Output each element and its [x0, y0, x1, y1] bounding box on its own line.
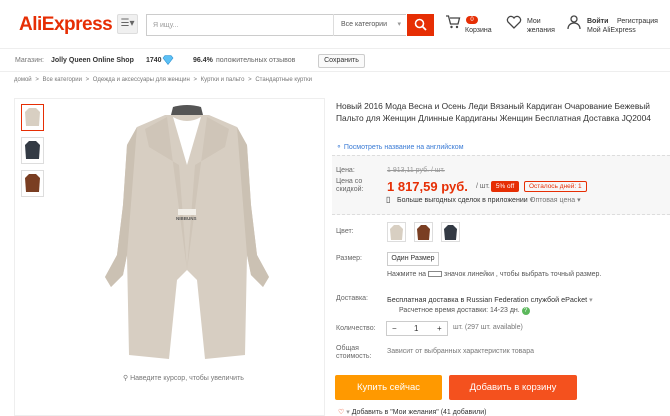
availability: шт. (297 шт. available)	[453, 324, 523, 331]
breadcrumb-all-categories[interactable]: Все категории	[43, 77, 82, 83]
breadcrumb-women-clothing[interactable]: Одежда и аксессуары для женщин	[93, 77, 190, 83]
cart-label[interactable]: Корзина	[465, 26, 492, 35]
ruler-icon[interactable]	[428, 271, 443, 278]
app-deals-link[interactable]: ▯ Больше выгодных сделок в приложении ▾	[386, 195, 533, 204]
logo[interactable]: AliExpress	[19, 14, 113, 36]
total-label-2: стоимость:	[336, 353, 372, 360]
thumbnail-dark[interactable]	[21, 137, 44, 164]
price-unit: / шт.	[476, 183, 490, 190]
add-to-cart-button[interactable]: Добавить в корзину	[449, 375, 577, 400]
register-link[interactable]: Регистрация	[617, 17, 658, 26]
store-name[interactable]: Jolly Queen Online Shop	[51, 57, 134, 64]
search-icon	[414, 18, 427, 31]
phone-icon: ▯	[386, 195, 391, 204]
garment-tag: NIBBUNS	[176, 216, 197, 221]
menu-icon[interactable]: ☰▾	[117, 14, 138, 34]
save-store-button[interactable]: Сохранить	[318, 54, 365, 68]
category-select-label: Все категории	[341, 21, 387, 28]
color-label: Цвет:	[336, 228, 354, 235]
breadcrumb-home[interactable]: домой	[14, 77, 32, 83]
positive-percent: 96.4%	[193, 57, 213, 64]
product-gallery: NIBBUNS ⚲ Наведите курсор, чтобы увеличи…	[14, 98, 325, 416]
discount-price-label-2: скидкой:	[336, 186, 364, 193]
store-label: Магазин:	[15, 57, 44, 64]
translate-icon: ⚬	[336, 144, 342, 151]
sale-price: 1 817,59 руб.	[387, 179, 468, 194]
breadcrumb-separator: >	[193, 77, 197, 83]
quantity-input[interactable]: 1	[414, 324, 418, 333]
quantity-stepper: − 1 +	[386, 321, 448, 336]
breadcrumb-standard-jackets[interactable]: Стандартные куртки	[255, 77, 312, 83]
heart-icon: ♡	[338, 409, 345, 416]
price-label: Цена:	[336, 167, 355, 174]
quantity-decrease-button[interactable]: −	[392, 324, 397, 333]
size-hint: Нажмите на значок линейки , чтобы выбрат…	[387, 271, 602, 278]
add-to-wishlist-link[interactable]: ♡ ▾ Добавить в "Мои желания" (41 добавил…	[338, 408, 486, 416]
wishlist-label-2[interactable]: желания	[527, 26, 555, 35]
category-select[interactable]: Все категории ▾	[333, 14, 406, 36]
chevron-down-icon: ▾	[397, 21, 401, 28]
color-swatch-dark[interactable]	[441, 222, 460, 242]
buy-now-button[interactable]: Купить сейчас	[335, 375, 442, 400]
user-icon[interactable]	[566, 14, 582, 30]
chevron-down-icon: ▾	[346, 409, 350, 416]
heart-icon[interactable]	[506, 14, 522, 30]
quantity-label: Количество:	[336, 325, 376, 332]
thumbnail-beige[interactable]	[21, 104, 44, 131]
color-swatch-beige[interactable]	[387, 222, 406, 242]
product-image[interactable]	[87, 105, 287, 365]
discount-price-label-1: Цена со	[336, 178, 363, 185]
magnifier-icon: ⚲	[123, 375, 129, 382]
chevron-down-icon: ▾	[577, 197, 581, 204]
product-title: Новый 2016 Мода Весна и Осень Леди Вязан…	[336, 101, 651, 123]
color-swatch-brown[interactable]	[414, 222, 433, 242]
breadcrumb-jackets-coats[interactable]: Куртки и пальто	[201, 77, 245, 83]
total-label-1: Общая	[336, 345, 359, 352]
help-icon[interactable]: ?	[521, 307, 530, 315]
store-bar: Магазин: Jolly Queen Online Shop 1740 96…	[0, 48, 670, 72]
breadcrumb-separator: >	[35, 77, 39, 83]
login-link[interactable]: Войти	[587, 17, 608, 26]
cart-count-badge: 0	[466, 16, 478, 24]
size-label: Размер:	[336, 255, 363, 262]
my-account-link[interactable]: Мой AliExpress	[587, 26, 636, 35]
shipping-method[interactable]: Бесплатная доставка в Russian Federation…	[387, 295, 593, 304]
breadcrumb-separator: >	[85, 77, 90, 83]
translate-link[interactable]: ⚬ Посмотреть название на английском	[336, 143, 464, 151]
wishlist-label-1[interactable]: Мои	[527, 17, 541, 26]
breadcrumb: домой > Все категории > Одежда и аксессу…	[14, 77, 314, 83]
thumbnail-brown[interactable]	[21, 170, 44, 197]
wholesale-link[interactable]: Оптовая цена ▾	[530, 196, 581, 204]
shipping-label: Доставка:	[336, 295, 369, 302]
total-value: Зависит от выбранных характеристик товар…	[387, 348, 534, 355]
zoom-hint: ⚲ Наведите курсор, чтобы увеличить	[123, 375, 244, 382]
quantity-increase-button[interactable]: +	[437, 324, 442, 333]
cart-icon[interactable]	[445, 14, 461, 30]
breadcrumb-separator: >	[248, 77, 252, 83]
size-option[interactable]: Один Размер	[387, 252, 439, 266]
search-button[interactable]	[407, 14, 434, 36]
positive-label: положительных отзывов	[216, 57, 296, 64]
header: AliExpress ☰▾ Я ищу... Все категории ▾ 0…	[0, 0, 670, 48]
diamond-icon	[162, 55, 174, 67]
old-price: 1 913,11 руб. / шт.	[387, 167, 445, 174]
shipping-time: Расчетное время доставки: 14-23 дн. ?	[399, 307, 530, 315]
discount-badge: 5% off	[491, 181, 519, 192]
chevron-down-icon: ▾	[589, 295, 593, 304]
store-score: 1740	[146, 57, 162, 64]
timer-badge: Осталось дней: 1	[524, 181, 587, 192]
